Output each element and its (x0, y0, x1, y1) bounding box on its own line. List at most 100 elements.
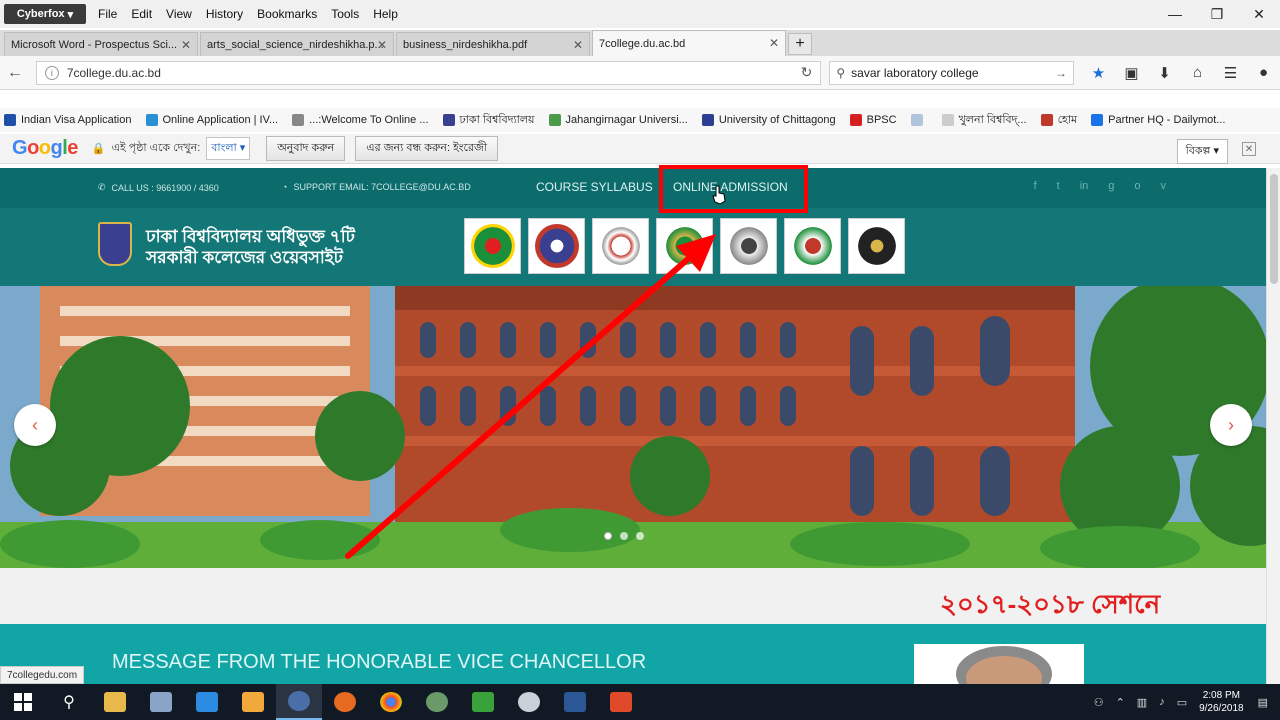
network-icon[interactable]: ▥ (1137, 696, 1147, 709)
slider-dot[interactable] (604, 532, 612, 540)
college-logo-7[interactable] (848, 218, 905, 274)
scrollbar-thumb[interactable] (1270, 174, 1278, 284)
clipboard-icon[interactable]: ▣ (1115, 59, 1148, 87)
bookmark-item[interactable]: Online Application | IV... (145, 114, 278, 126)
bookmark-item[interactable]: ...:Welcome To Online ... (292, 114, 429, 126)
camtasia-icon[interactable] (460, 684, 506, 720)
firefox-icon[interactable] (322, 684, 368, 720)
menu-help[interactable]: Help (373, 7, 398, 21)
slider-dot[interactable] (636, 532, 644, 540)
tab-prospectus[interactable]: Microsoft Word - Prospectus Sci... ✕ (4, 32, 198, 56)
hamburger-menu-icon[interactable]: ☰ (1214, 59, 1247, 87)
college-logo-4[interactable] (656, 218, 713, 274)
profile-icon[interactable]: ● (1247, 59, 1280, 87)
college-logo-5[interactable] (720, 218, 777, 274)
menu-bookmarks[interactable]: Bookmarks (257, 7, 317, 21)
menu-tools[interactable]: Tools (331, 7, 359, 21)
tab-business[interactable]: business_nirdeshikha.pdf ✕ (396, 32, 590, 56)
site-info-icon[interactable]: i (44, 65, 59, 80)
start-button[interactable] (0, 684, 46, 720)
translate-button[interactable]: অনুবাদ করুন (266, 136, 346, 161)
slider-prev-button[interactable]: ‹ (14, 404, 56, 446)
tab-label: arts_social_science_nirdeshikha.p... (207, 38, 384, 51)
tab-7college[interactable]: 7college.du.ac.bd ✕ (592, 30, 786, 56)
reload-icon[interactable]: ↻ (801, 64, 813, 81)
twitter-icon[interactable]: t (1057, 180, 1060, 192)
file-explorer-icon[interactable] (92, 684, 138, 720)
linkedin-icon[interactable]: in (1080, 180, 1089, 192)
app-icon-cloud[interactable] (506, 684, 552, 720)
translate-close-icon[interactable]: ✕ (1242, 142, 1256, 156)
bookmark-item[interactable]: হোম (1040, 111, 1077, 130)
tab-close-icon[interactable]: ✕ (181, 38, 191, 52)
address-bar[interactable]: i 7college.du.ac.bd ↻ (35, 60, 822, 85)
translate-options-button[interactable]: বিকল্প ▾ (1176, 139, 1228, 164)
chrome-icon[interactable] (368, 684, 414, 720)
app-icon-4[interactable] (230, 684, 276, 720)
minimize-icon[interactable]: — (1154, 0, 1196, 28)
menu-view[interactable]: View (166, 7, 192, 21)
download-icon[interactable]: ⬇ (1148, 59, 1181, 87)
college-logo-1[interactable] (464, 218, 521, 274)
cyberfox-taskbar-icon[interactable] (276, 684, 322, 720)
tab-close-icon[interactable]: ✕ (769, 36, 779, 50)
status-url-tooltip: 7collegedu.com (0, 666, 85, 684)
slider-dot[interactable] (620, 532, 628, 540)
bookmark-item[interactable]: BPSC (849, 114, 897, 126)
home-icon[interactable]: ⌂ (1181, 59, 1214, 87)
bookmark-item[interactable] (910, 114, 928, 126)
search-input[interactable] (851, 65, 1055, 80)
bookmark-item[interactable]: ঢাকা বিশ্ববিদ্যালয় (442, 111, 535, 130)
menu-edit[interactable]: Edit (131, 7, 152, 21)
bookmark-star-icon[interactable]: ★ (1082, 59, 1115, 87)
college-logo-3[interactable] (592, 218, 649, 274)
bookmark-item[interactable]: Indian Visa Application (4, 114, 132, 126)
menu-file[interactable]: File (98, 7, 117, 21)
bookmark-favicon-icon (701, 114, 714, 126)
instagram-icon[interactable]: o (1134, 180, 1140, 192)
facebook-icon[interactable]: f (1034, 180, 1037, 192)
restore-icon[interactable]: ❐ (1196, 0, 1238, 28)
college-logo-2[interactable] (528, 218, 585, 274)
tab-close-icon[interactable]: ✕ (573, 38, 583, 52)
tray-chevron-icon[interactable]: ⌃ (1116, 696, 1125, 709)
volume-icon[interactable]: ♪ (1159, 696, 1165, 708)
image-slider[interactable]: ‹ › (0, 286, 1266, 568)
bookmark-item[interactable]: Partner HQ - Dailymot... (1091, 114, 1225, 126)
windows-logo-icon (14, 693, 32, 711)
nav-course-syllabus[interactable]: COURSE SYLLABUS (536, 180, 653, 194)
app-icon-3[interactable] (184, 684, 230, 720)
menu-history[interactable]: History (206, 7, 243, 21)
translate-language-select[interactable]: বাংলা ▾ (206, 137, 251, 160)
du-logo[interactable] (98, 222, 132, 266)
system-tray: ⚇ ⌃ ▥ ♪ ▭ 2:08 PM 9/26/2018 ▤ (1094, 684, 1280, 720)
app-icon-globe[interactable] (414, 684, 460, 720)
bookmark-item[interactable]: খুলনা বিশ্ববিদ্... (941, 111, 1027, 130)
tab-arts-social-science[interactable]: arts_social_science_nirdeshikha.p... ✕ (200, 32, 394, 56)
browser-brand-button[interactable]: Cyberfox ▾ (4, 4, 86, 24)
new-tab-button[interactable]: + (788, 33, 812, 55)
close-window-icon[interactable]: ✕ (1238, 0, 1280, 28)
taskbar-search-icon[interactable]: ⚲ (46, 684, 92, 720)
keyboard-icon[interactable]: ▭ (1177, 696, 1187, 709)
google-plus-icon[interactable]: g (1108, 180, 1114, 192)
search-box[interactable]: ⚲ → (829, 60, 1074, 85)
college-logo-6[interactable] (784, 218, 841, 274)
people-icon[interactable]: ⚇ (1094, 696, 1104, 709)
word-icon[interactable] (552, 684, 598, 720)
back-icon[interactable]: ← (0, 59, 30, 87)
bookmark-label: ...:Welcome To Online ... (309, 114, 429, 126)
tab-close-icon[interactable]: ✕ (377, 38, 387, 52)
system-clock[interactable]: 2:08 PM 9/26/2018 (1199, 689, 1244, 715)
slider-next-button[interactable]: › (1210, 404, 1252, 446)
call-us-text: CALL US : 9661900 / 4360 (111, 182, 219, 193)
bookmark-item[interactable]: Jahangirnagar Universi... (548, 114, 688, 126)
app-icon-2[interactable] (138, 684, 184, 720)
never-translate-button[interactable]: এর জন্য বন্ধ করুন: ইংরেজী (355, 136, 498, 161)
page-scrollbar[interactable] (1266, 168, 1280, 684)
search-go-icon[interactable]: → (1055, 66, 1067, 80)
bookmark-item[interactable]: University of Chittagong (701, 114, 836, 126)
notifications-icon[interactable]: ▤ (1258, 696, 1268, 709)
vimeo-icon[interactable]: v (1161, 180, 1167, 192)
app-icon-red[interactable] (598, 684, 644, 720)
